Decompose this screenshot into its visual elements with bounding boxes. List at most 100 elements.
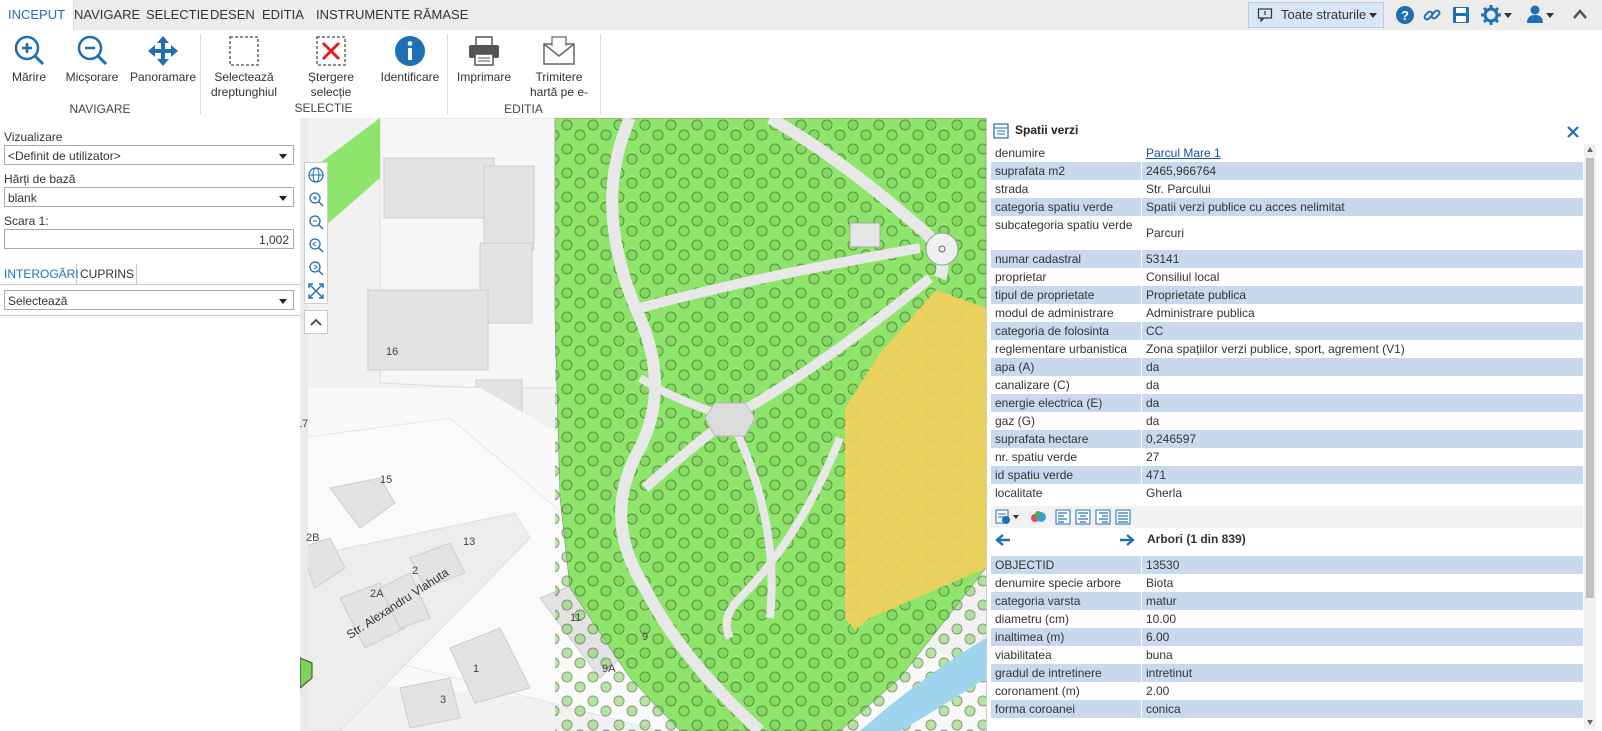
map-nav-toolbar bbox=[304, 162, 328, 304]
field-value: 0,246597 bbox=[1141, 430, 1196, 448]
pan-button[interactable]: Panoramare bbox=[128, 30, 198, 85]
user-icon[interactable] bbox=[1525, 4, 1545, 24]
tab-editia[interactable]: EDITIA bbox=[254, 0, 312, 30]
zoom-in-button[interactable]: Mărire bbox=[4, 30, 54, 85]
gear-icon[interactable] bbox=[1480, 4, 1502, 26]
layers-dropdown[interactable]: Toate straturile bbox=[1248, 2, 1384, 28]
tree-attribute-table: OBJECTID 13530 denumire specie arbore Biot… bbox=[987, 556, 1587, 731]
align-center-icon[interactable] bbox=[1075, 509, 1091, 525]
table-row: suprafata m2 2465,966764 bbox=[991, 162, 1583, 180]
field-name: numar cadastral bbox=[995, 252, 1082, 266]
field-name: inaltimea (m) bbox=[995, 630, 1065, 644]
field-name: categoria de folosinta bbox=[995, 324, 1110, 338]
field-value: conica bbox=[1141, 700, 1181, 718]
field-name: gaz (G) bbox=[995, 414, 1036, 428]
map-view[interactable]: 16 17 15 2B 13 2 2A 11 9 9A 1 3 Str. Ale… bbox=[300, 118, 986, 731]
group-label-selectie: SELECTIE bbox=[294, 101, 353, 115]
print-button[interactable]: Imprimare bbox=[452, 30, 516, 85]
chevron-down-icon[interactable] bbox=[1013, 515, 1019, 519]
table-row: energie electrica (E) da bbox=[991, 394, 1583, 412]
select-rectangle-button[interactable]: Selectează dreptunghiul bbox=[206, 30, 282, 100]
table-row: diametru (cm) 10.00 bbox=[991, 610, 1583, 628]
zoom-in-icon bbox=[14, 35, 45, 66]
zoom-to-feature-icon[interactable] bbox=[1029, 509, 1047, 525]
help-icon[interactable]: ? bbox=[1395, 5, 1415, 25]
table-options-icon[interactable] bbox=[995, 509, 1011, 525]
scale-input[interactable]: 1,002 bbox=[4, 229, 294, 249]
align-left-icon[interactable] bbox=[1055, 509, 1071, 525]
user-chevron-icon[interactable] bbox=[1546, 13, 1554, 18]
arrow-right-icon[interactable] bbox=[1119, 533, 1135, 547]
table-row: proprietar Consiliul local bbox=[991, 268, 1583, 286]
close-icon[interactable] bbox=[1567, 126, 1579, 138]
arrow-left-icon[interactable] bbox=[995, 533, 1011, 547]
tab-inceput[interactable]: INCEPUT bbox=[0, 0, 75, 30]
tab-interogari[interactable]: INTEROGĂRI bbox=[0, 264, 79, 284]
layers-label: Toate straturile bbox=[1281, 7, 1367, 22]
related-records-title: Arbori (1 din 839) bbox=[1147, 532, 1246, 546]
gear-chevron-icon[interactable] bbox=[1504, 13, 1512, 18]
scale-label: Scara 1: bbox=[4, 214, 49, 228]
zoom-in-icon[interactable] bbox=[308, 191, 324, 207]
table-row: strada Str. Parcului bbox=[991, 180, 1583, 198]
scroll-up-icon[interactable] bbox=[1586, 146, 1594, 154]
table-row: id spatiu verde 471 bbox=[991, 466, 1583, 484]
tab-navigare[interactable]: NAVIGARE bbox=[66, 0, 148, 30]
table-row: suprafata hectare 0,246597 bbox=[991, 430, 1583, 448]
clear-selection-icon bbox=[316, 36, 346, 66]
field-name: nr. spatiu verde bbox=[995, 450, 1078, 464]
scrollbar-thumb[interactable] bbox=[1586, 158, 1594, 598]
clear-selection-button[interactable]: Ștergere selecție bbox=[296, 30, 366, 100]
tab-instrumente-ramase[interactable]: INSTRUMENTE RĂMASE bbox=[308, 0, 476, 30]
field-value: da bbox=[1141, 358, 1159, 376]
table-row: coronament (m) 2.00 bbox=[991, 682, 1583, 700]
full-extent-icon[interactable] bbox=[308, 283, 324, 299]
table-row: denumire specie arbore Biota bbox=[991, 574, 1583, 592]
table-row: viabilitatea buna bbox=[991, 646, 1583, 664]
align-justify-icon[interactable] bbox=[1115, 509, 1131, 525]
comment-icon bbox=[1257, 8, 1273, 23]
attribute-table: denumire Parcul Mare 1 suprafata m2 2465,9… bbox=[987, 144, 1587, 502]
info-icon bbox=[395, 36, 425, 66]
chevron-down-icon bbox=[279, 299, 287, 304]
field-name: apa (A) bbox=[995, 360, 1035, 374]
tab-cuprins[interactable]: CUPRINS bbox=[76, 264, 137, 284]
query-select[interactable]: Selectează bbox=[4, 290, 294, 310]
identify-label: Identificare bbox=[380, 70, 440, 84]
save-icon[interactable] bbox=[1451, 5, 1471, 25]
collapse-ribbon-icon[interactable] bbox=[1572, 7, 1588, 21]
lot-label: 17 bbox=[300, 418, 309, 430]
pan-label: Panoramare bbox=[129, 70, 197, 84]
zoom-previous-icon[interactable] bbox=[308, 237, 324, 253]
field-name: proprietar bbox=[995, 270, 1047, 284]
view-select[interactable]: <Definit de utilizator> bbox=[4, 145, 294, 165]
table-row: localitate Gherla bbox=[991, 484, 1583, 502]
park-name-link[interactable]: Parcul Mare 1 bbox=[1146, 146, 1221, 160]
globe-icon[interactable] bbox=[308, 167, 324, 183]
zoom-next-icon[interactable] bbox=[308, 260, 324, 276]
zoom-out-icon[interactable] bbox=[308, 214, 324, 230]
table-row: canalizare (C) da bbox=[991, 376, 1583, 394]
lot-label: 15 bbox=[380, 474, 393, 486]
zoom-out-button[interactable]: Micșorare bbox=[62, 30, 122, 85]
map-collapse-toolbar-button[interactable] bbox=[304, 310, 328, 334]
chevron-down-icon bbox=[279, 196, 287, 201]
svg-text:?: ? bbox=[1401, 8, 1409, 23]
link-icon[interactable] bbox=[1422, 5, 1442, 25]
view-label: Vizualizare bbox=[4, 130, 63, 144]
align-right-icon[interactable] bbox=[1095, 509, 1111, 525]
lot-label: 2B bbox=[306, 532, 320, 544]
scroll-down-icon[interactable] bbox=[1586, 718, 1594, 726]
field-value: Parcuri bbox=[1141, 216, 1184, 250]
chevron-down-icon bbox=[1369, 13, 1377, 18]
field-value: Str. Parcului bbox=[1141, 180, 1211, 198]
field-value: Spatii verzi publice cu acces nelimitat bbox=[1141, 198, 1345, 216]
basemap-select[interactable]: blank bbox=[4, 187, 294, 207]
field-value: Biota bbox=[1141, 574, 1173, 592]
field-name: modul de administrare bbox=[995, 306, 1114, 320]
field-name: denumire specie arbore bbox=[995, 576, 1122, 590]
identify-button[interactable]: Identificare bbox=[376, 30, 444, 85]
field-name: suprafata hectare bbox=[995, 432, 1089, 446]
group-label-navigare: NAVIGARE bbox=[69, 102, 131, 116]
email-map-button[interactable]: Trimitere hartă pe e- bbox=[524, 30, 594, 100]
